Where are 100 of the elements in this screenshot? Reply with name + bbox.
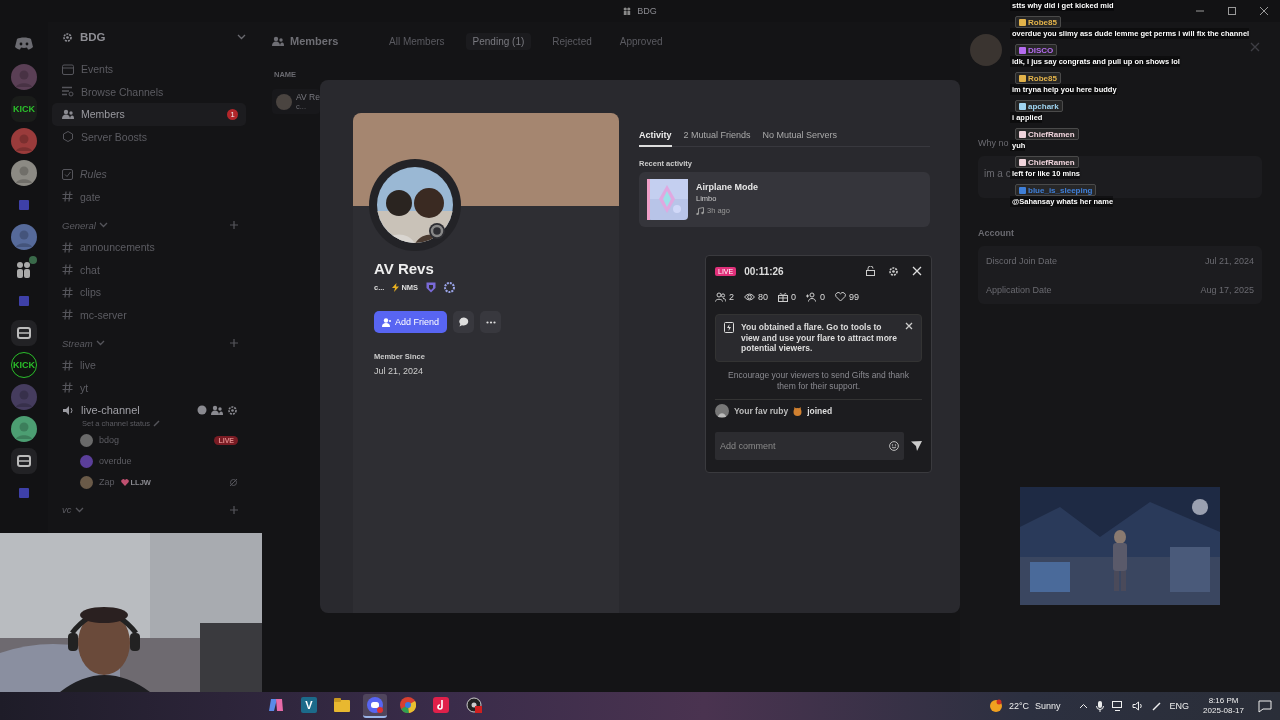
settings-icon[interactable] xyxy=(227,404,238,416)
info-label: Application Date xyxy=(986,284,1052,295)
tab[interactable]: Approved xyxy=(612,32,670,50)
voice-user-name[interactable]: Zap xyxy=(99,477,115,487)
volume-icon[interactable] xyxy=(1131,701,1144,711)
send-icon[interactable] xyxy=(911,441,922,451)
hash-icon xyxy=(62,286,73,298)
profile-name: AV Revs xyxy=(374,260,435,277)
weather-sun-icon[interactable] xyxy=(988,699,1003,713)
music-icon xyxy=(696,206,704,215)
lock-icon[interactable] xyxy=(866,266,875,276)
chat-username: blue_is_sleeping xyxy=(1028,185,1093,195)
settings-icon[interactable] xyxy=(888,265,899,277)
comment-field[interactable]: Add comment xyxy=(715,432,904,460)
add-user-icon xyxy=(806,292,818,302)
voice-user-name[interactable]: overdue xyxy=(99,456,132,466)
channel-name[interactable]: live-channel xyxy=(81,404,140,417)
weather-text: Sunny xyxy=(1035,701,1061,711)
badge-icon xyxy=(1019,102,1026,110)
clock[interactable]: 8:16 PM 2025-08-17 xyxy=(1203,696,1244,716)
copilot-icon xyxy=(268,697,284,713)
server-icon[interactable] xyxy=(11,160,37,186)
badge-icon xyxy=(1019,46,1026,54)
category-name[interactable]: General xyxy=(62,219,96,231)
category-name[interactable]: Stream xyxy=(62,337,93,349)
chevron-icon[interactable] xyxy=(98,222,108,228)
channel-name[interactable]: Rules xyxy=(80,168,107,181)
tab[interactable]: 2 Mutual Friends xyxy=(683,117,751,147)
server-icon[interactable]: KICK xyxy=(11,96,37,122)
user-avatar xyxy=(970,34,1002,66)
event-text: joined xyxy=(807,406,833,416)
discord-icon xyxy=(367,697,383,713)
taskbar-button[interactable] xyxy=(363,694,387,718)
channel-name[interactable]: live xyxy=(80,359,96,372)
channel-name[interactable]: chat xyxy=(80,263,100,276)
user-name: Your fav ruby xyxy=(734,406,789,416)
sidebar-item[interactable]: Events xyxy=(52,58,246,81)
server-icon[interactable] xyxy=(11,128,37,154)
sidebar-item[interactable]: Browse Channels xyxy=(52,80,246,103)
channel-name[interactable]: yt xyxy=(80,381,89,394)
add-friend-button[interactable]: Add Friend xyxy=(374,311,448,333)
channel-name[interactable]: gate xyxy=(80,190,101,203)
tab[interactable]: Pending (1) xyxy=(465,32,532,50)
chat-icon[interactable] xyxy=(197,404,207,415)
hash-icon xyxy=(62,191,73,203)
tab[interactable]: No Mutual Servers xyxy=(762,117,838,147)
channel-name[interactable]: announcements xyxy=(80,241,155,254)
chat-icon xyxy=(458,317,469,327)
channel-name[interactable]: clips xyxy=(80,286,101,299)
network-icon[interactable] xyxy=(1111,701,1124,711)
taskbar-button[interactable]: V xyxy=(297,694,321,718)
page-title: Members xyxy=(290,35,339,47)
status-icon xyxy=(429,223,445,239)
microphone-icon[interactable] xyxy=(1095,700,1104,712)
maximize-icon[interactable] xyxy=(1227,6,1237,16)
server-icon[interactable] xyxy=(62,31,73,43)
speaker-icon xyxy=(62,404,74,416)
calendar-icon xyxy=(62,63,74,75)
badge-icon xyxy=(426,282,437,293)
emoji-icon[interactable] xyxy=(889,441,899,451)
member-name[interactable]: AV Re xyxy=(296,92,320,102)
server-name[interactable]: BDG xyxy=(80,31,106,43)
pen-icon[interactable] xyxy=(1151,701,1162,711)
more-icon xyxy=(485,320,496,324)
chevron-icon[interactable] xyxy=(74,506,84,513)
hash-icon xyxy=(62,264,73,276)
server-icon[interactable] xyxy=(11,416,37,442)
language-indicator[interactable]: ENG xyxy=(1169,701,1190,711)
tab[interactable]: Rejected xyxy=(545,32,599,50)
server-icon[interactable]: KICK xyxy=(11,352,37,378)
tab[interactable]: All Members xyxy=(382,32,452,50)
notice-text: You obtained a flare. Go to tools to view and use your flare to attract more potential viewers. xyxy=(741,322,898,354)
stat-value: 2 xyxy=(729,292,734,302)
close-icon[interactable] xyxy=(1259,6,1269,16)
tab[interactable]: Activity xyxy=(639,117,672,147)
deafened-icon xyxy=(229,477,238,487)
temperature-text: 22°C xyxy=(1008,701,1030,711)
pencil-icon xyxy=(152,420,160,427)
chevron-icon[interactable] xyxy=(95,340,105,346)
flare-icon xyxy=(724,322,734,333)
voice-user-name[interactable]: bdog xyxy=(99,435,120,445)
category-name[interactable]: vc xyxy=(62,504,72,515)
message-button[interactable] xyxy=(453,311,475,333)
chat-username: ChiefRamen xyxy=(1028,129,1075,139)
cat-face-icon xyxy=(793,406,803,416)
eye-icon xyxy=(744,293,755,301)
server-icon[interactable] xyxy=(11,224,37,250)
channel-name[interactable]: mc-server xyxy=(80,308,127,321)
badge-icon xyxy=(1019,130,1026,138)
sidebar-item[interactable]: Server Boosts xyxy=(52,125,246,148)
chat-username: DISCO xyxy=(1028,45,1054,55)
app-icon[interactable] xyxy=(11,448,37,474)
more-button[interactable] xyxy=(480,311,502,333)
chevron-up-icon[interactable] xyxy=(1078,703,1088,709)
notification-icon[interactable] xyxy=(1258,699,1272,713)
app-icon[interactable] xyxy=(11,320,37,346)
stream-timer: 00:11:26 xyxy=(744,265,784,277)
gift-icon xyxy=(778,292,789,302)
chevron-icon[interactable] xyxy=(237,34,246,40)
chat-username: Robe85 xyxy=(1028,73,1057,83)
